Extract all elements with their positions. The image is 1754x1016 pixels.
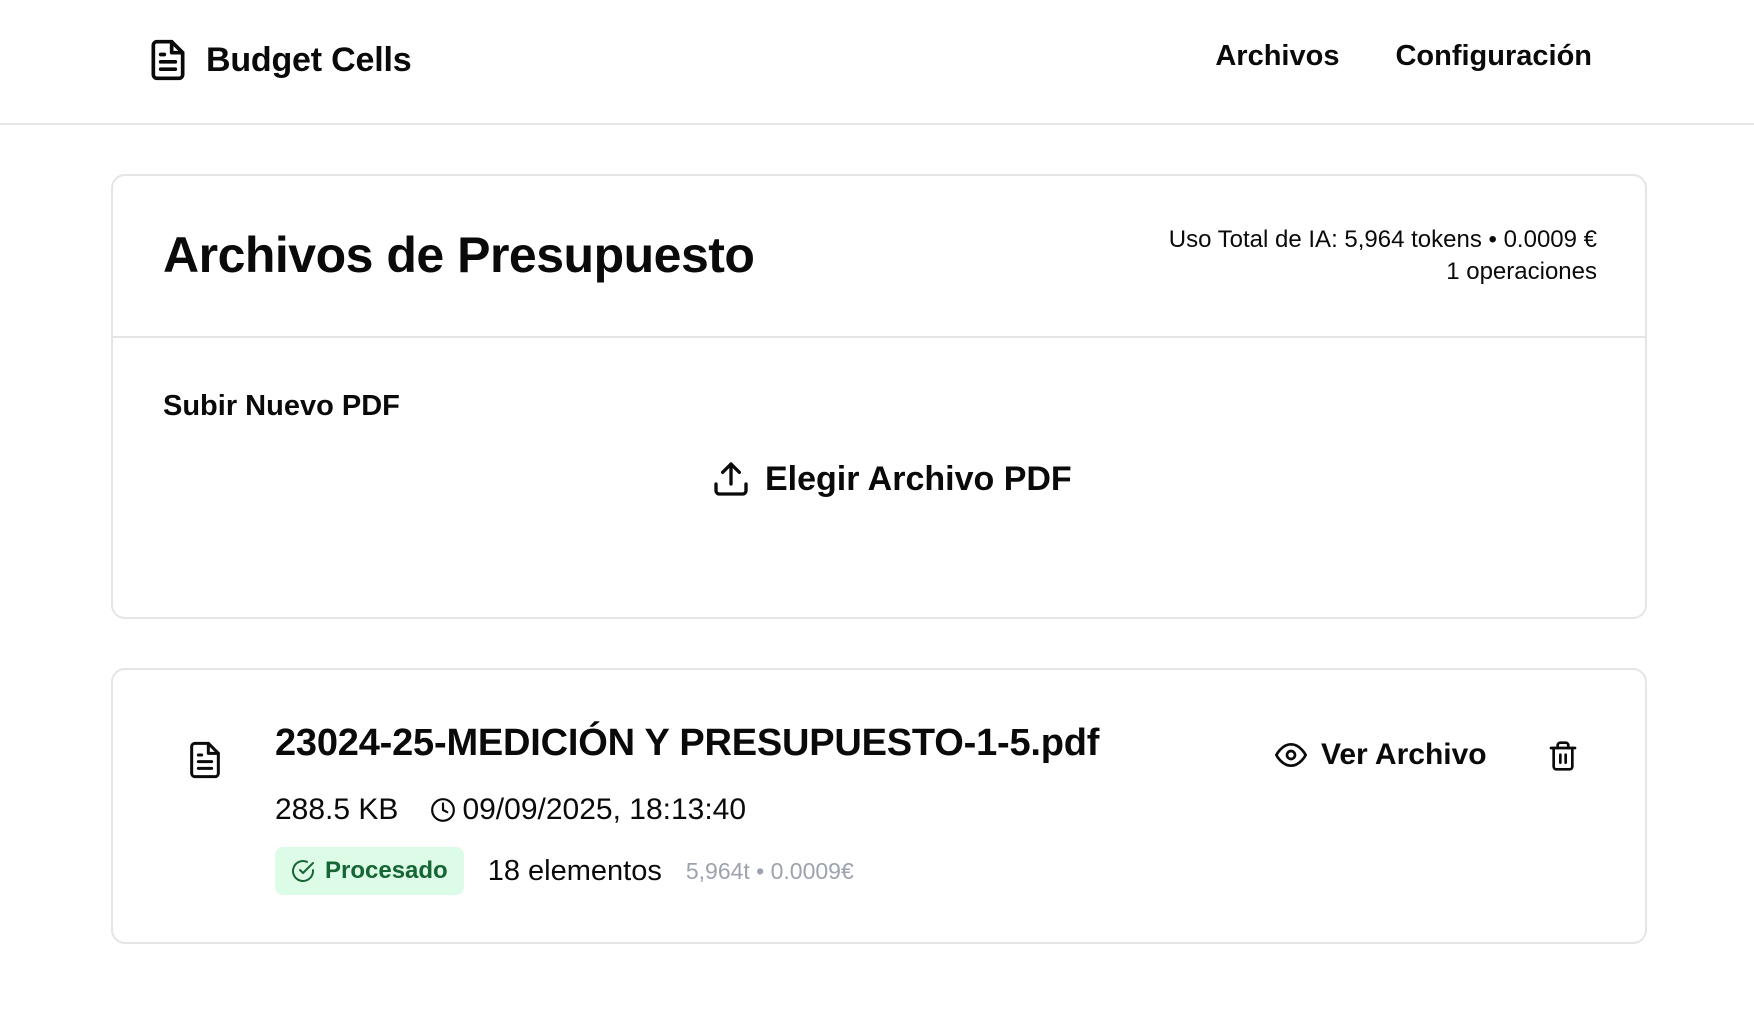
card-header: Archivos de Presupuesto Uso Total de IA:…	[113, 176, 1645, 338]
nav-item-configuracion[interactable]: Configuración	[1395, 40, 1592, 73]
trash-icon	[1549, 741, 1577, 771]
ai-usage-total: Uso Total de IA: 5,964 tokens • 0.0009 €	[1168, 226, 1597, 253]
brand[interactable]: Budget Cells	[146, 36, 412, 84]
choose-pdf-button[interactable]: Elegir Archivo PDF	[711, 459, 1072, 499]
main-nav: Archivos Configuración	[1215, 40, 1592, 73]
file-text-icon	[151, 39, 185, 81]
budget-files-card: Archivos de Presupuesto Uso Total de IA:…	[111, 174, 1647, 619]
file-meta: 288.5 KB 09/09/2025, 18:13:40	[275, 793, 746, 827]
file-size: 288.5 KB	[275, 793, 399, 826]
view-file-button[interactable]: Ver Archivo	[1275, 738, 1487, 772]
page-title: Archivos de Presupuesto	[163, 227, 755, 283]
file-tags: Procesado 18 elementos 5,964t • 0.0009€	[275, 847, 854, 895]
file-ai-cost: 5,964t • 0.0009€	[685, 857, 854, 884]
choose-pdf-label: Elegir Archivo PDF	[765, 459, 1072, 498]
nav-item-archivos[interactable]: Archivos	[1215, 40, 1339, 73]
ai-usage-summary: Uso Total de IA: 5,964 tokens • 0.0009 €…	[1169, 224, 1597, 288]
status-label: Procesado	[325, 857, 448, 884]
top-navbar: Budget Cells Archivos Configuración	[0, 0, 1754, 125]
upload-section-label: Subir Nuevo PDF	[163, 390, 400, 422]
file-name[interactable]: 23024-25-MEDICIÓN Y PRESUPUESTO-1-5.pdf	[275, 722, 1099, 765]
delete-file-button[interactable]	[1543, 736, 1583, 776]
status-badge: Procesado	[275, 847, 464, 895]
eye-icon	[1275, 743, 1307, 767]
brand-name: Budget Cells	[206, 40, 412, 79]
file-icon	[190, 741, 220, 779]
view-file-label: Ver Archivo	[1321, 738, 1487, 771]
file-list-item: 23024-25-MEDICIÓN Y PRESUPUESTO-1-5.pdf …	[111, 668, 1647, 944]
element-count: 18 elementos	[487, 854, 662, 887]
check-circle-icon	[292, 860, 314, 882]
clock-icon	[431, 798, 456, 822]
upload-icon	[714, 462, 748, 496]
ai-usage-operations: 1 operaciones	[1446, 258, 1597, 285]
file-date: 09/09/2025, 18:13:40	[462, 793, 747, 826]
